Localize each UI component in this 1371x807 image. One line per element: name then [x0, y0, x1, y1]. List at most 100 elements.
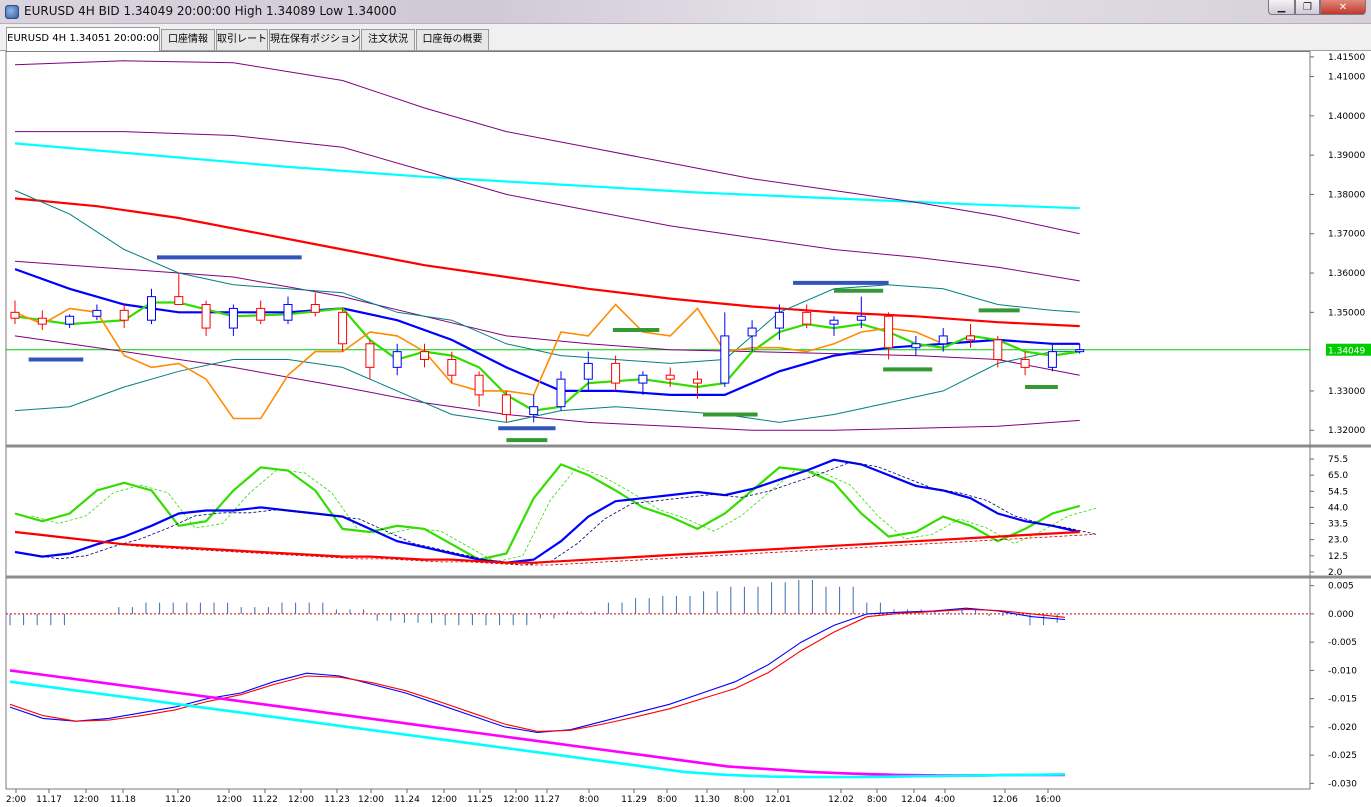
oscillator-line: [14, 463, 1080, 561]
price-tick-label: 1.33000: [1328, 387, 1365, 397]
candle-body: [747, 327, 757, 337]
time-axis-label: 12:00: [358, 795, 384, 805]
time-axis-label: 12:00: [73, 795, 99, 805]
tab-eurusd-chart[interactable]: EURUSD 4H 1.34051 20:00:00: [6, 27, 160, 51]
osc-tick-label: 65.0: [1328, 471, 1348, 481]
candle-body: [529, 406, 539, 416]
chart-area[interactable]: 1.41500 1.41000 1.40000 1.39000 1.38000 1.370…: [0, 51, 1371, 807]
candle-body: [938, 335, 948, 345]
candle-body: [556, 378, 566, 408]
tab-account-info[interactable]: 口座情報: [161, 29, 215, 50]
macd-line: [9, 607, 1066, 734]
candle-body: [228, 307, 238, 329]
osc-tick-label: 23.0: [1328, 536, 1348, 546]
tab-account-summary[interactable]: 口座毎の概要: [416, 29, 489, 50]
time-axis-label: 2:00: [6, 795, 26, 805]
price-tick-label: 1.39000: [1328, 151, 1365, 161]
candle-body: [720, 335, 730, 384]
window-titlebar: EURUSD 4H BID 1.34049 20:00:00 High 1.34…: [0, 0, 1371, 24]
candle-body: [37, 317, 47, 325]
candle-body: [884, 315, 894, 349]
candle-body: [1020, 359, 1030, 368]
osc-tick-label: 2.0: [1328, 568, 1343, 578]
price-tick-label: 1.35000: [1328, 308, 1365, 318]
macd-tick-label: -0.015: [1328, 695, 1357, 705]
restore-button[interactable]: ❐: [1295, 0, 1320, 15]
candle-body: [10, 311, 20, 319]
time-axis-label: 11.25: [467, 795, 493, 805]
chart-frame: [5, 51, 1311, 790]
candle-body: [1047, 351, 1057, 368]
candle-body: [310, 303, 320, 313]
candle-body: [174, 296, 184, 305]
time-axis-label: 12.01: [765, 795, 791, 805]
candle-body: [993, 339, 1003, 361]
candle-body: [474, 374, 484, 396]
time-axis-label: 12:00: [431, 795, 457, 805]
candle-body: [856, 315, 866, 321]
candle-body: [365, 343, 375, 368]
candle-body: [693, 378, 702, 384]
macd-line: [9, 680, 1066, 779]
indicator-line: [14, 268, 1080, 396]
indicator-line: [14, 301, 1080, 412]
osc-tick-label: 33.5: [1328, 520, 1348, 530]
minimize-button[interactable]: ▁: [1268, 0, 1295, 15]
time-axis-label: 12:00: [288, 795, 314, 805]
tab-order-status[interactable]: 注文状況: [361, 29, 415, 50]
macd-tick-label: -0.010: [1328, 666, 1357, 676]
time-axis-label: 8:00: [579, 795, 599, 805]
candle-body: [201, 303, 211, 329]
candle-body: [392, 351, 402, 368]
time-axis-label: 11.24: [394, 795, 420, 805]
current-price-label: 1.34049: [1328, 347, 1365, 357]
time-axis-label: 11.20: [165, 795, 191, 805]
time-axis-label: 12:00: [503, 795, 529, 805]
candle-body: [92, 309, 102, 317]
candle-body: [283, 303, 293, 321]
candle-body: [638, 374, 648, 384]
osc-tick-label: 44.0: [1328, 503, 1348, 513]
tab-open-positions[interactable]: 現在保有ポジション: [269, 29, 360, 50]
candle-body: [802, 311, 812, 325]
time-axis-label: 12:00: [216, 795, 242, 805]
candle-body: [829, 319, 839, 325]
time-axis-label: 8:00: [657, 795, 677, 805]
candle-body: [256, 307, 266, 321]
time-axis-label: 11.22: [252, 795, 278, 805]
time-axis-label: 11.30: [694, 795, 720, 805]
price-tick-label: 1.37000: [1328, 230, 1365, 240]
tab-bar: EURUSD 4H 1.34051 20:00:00 口座情報 取引レート 現在…: [0, 24, 1371, 51]
chart-canvas[interactable]: 1.41500 1.41000 1.40000 1.39000 1.38000 1.370…: [0, 51, 1371, 807]
window-title: EURUSD 4H BID 1.34049 20:00:00 High 1.34…: [24, 4, 397, 18]
osc-tick-label: 54.5: [1328, 487, 1348, 497]
time-axis-label: 11.27: [534, 795, 560, 805]
candle-body: [420, 351, 429, 361]
indicator-line: [14, 142, 1080, 210]
osc-tick-label: 75.5: [1328, 455, 1348, 465]
indicator-line: [14, 260, 1080, 376]
time-axis-label: 11.29: [621, 795, 647, 805]
macd-line: [9, 608, 1066, 732]
time-axis-label: 16:00: [1035, 795, 1061, 805]
candle-body: [147, 296, 156, 321]
app-icon: [5, 5, 19, 19]
tab-trade-rates[interactable]: 取引レート: [216, 29, 268, 50]
price-tick-label: 1.36000: [1328, 269, 1365, 279]
candle-body: [1075, 349, 1085, 353]
price-tick-label: 1.38000: [1328, 190, 1365, 200]
price-tick-label: 1.41500: [1328, 53, 1365, 63]
candle-body: [665, 374, 675, 380]
indicator-line: [14, 60, 1080, 235]
price-tick-label: 1.32000: [1328, 426, 1365, 436]
close-button[interactable]: ✕: [1320, 0, 1366, 15]
candle-body: [501, 394, 511, 416]
macd-line: [9, 669, 1065, 777]
macd-tick-label: -0.005: [1328, 638, 1357, 648]
price-tick-label: 1.40000: [1328, 112, 1365, 122]
candle-body: [65, 315, 75, 325]
osc-tick-label: 12.5: [1328, 552, 1348, 562]
oscillator-line: [14, 530, 1080, 564]
time-axis-label: 12.06: [992, 795, 1018, 805]
indicator-line: [14, 197, 1080, 328]
